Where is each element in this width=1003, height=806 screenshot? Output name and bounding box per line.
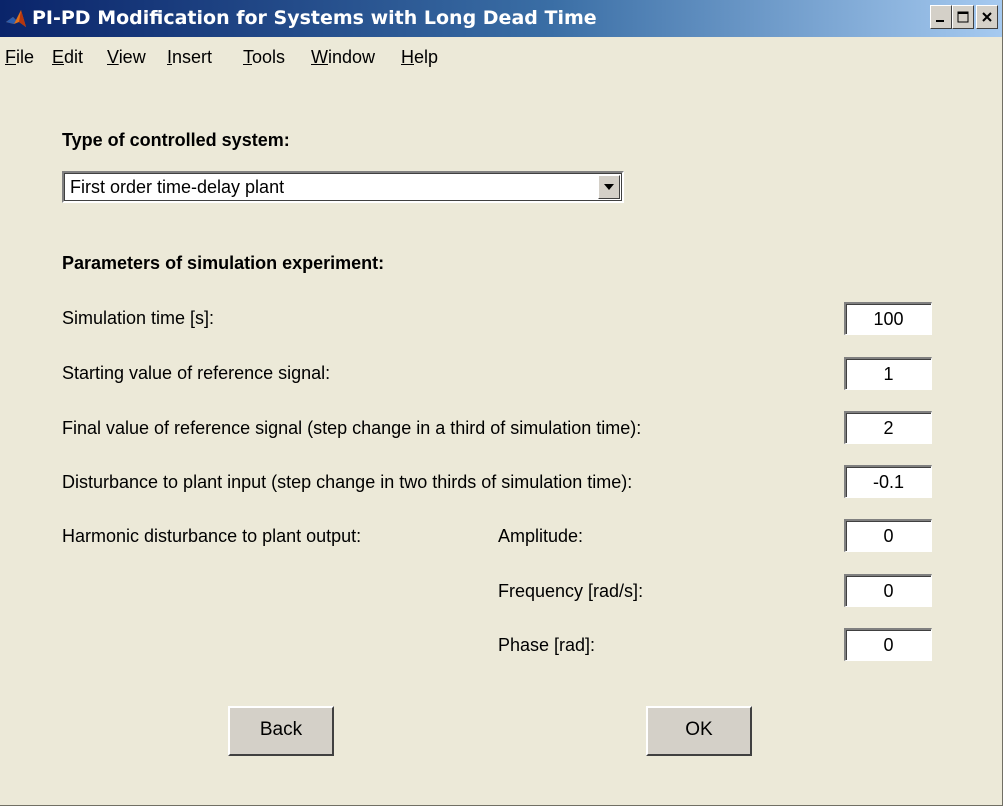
- menu-window[interactable]: Window: [311, 45, 375, 69]
- close-icon: [982, 12, 992, 22]
- frequency-label: Frequency [rad/s]:: [498, 581, 644, 601]
- menu-edit[interactable]: Edit: [52, 45, 83, 69]
- maximize-icon: [957, 11, 969, 23]
- menu-bar: File Edit View Insert Tools Window Help: [0, 37, 1002, 73]
- matlab-logo-icon: [5, 8, 27, 30]
- ref-start-label: Starting value of reference signal:: [62, 363, 331, 383]
- window-title: PI-PD Modification for Systems with Long…: [32, 7, 597, 29]
- params-heading: Parameters of simulation experiment:: [62, 253, 385, 273]
- system-type-heading: Type of controlled system:: [62, 130, 290, 150]
- ref-final-label: Final value of reference signal (step ch…: [62, 418, 642, 438]
- system-type-selected: First order time-delay plant: [70, 177, 285, 197]
- phase-input[interactable]: [844, 628, 932, 661]
- maximize-button[interactable]: [952, 5, 974, 29]
- title-bar[interactable]: PI-PD Modification for Systems with Long…: [0, 0, 1002, 37]
- amplitude-label: Amplitude:: [498, 526, 584, 546]
- menu-tools[interactable]: Tools: [243, 45, 285, 69]
- frequency-input[interactable]: [844, 574, 932, 607]
- menu-file[interactable]: File: [5, 45, 34, 69]
- menu-insert[interactable]: Insert: [167, 45, 212, 69]
- back-button[interactable]: Back: [228, 706, 334, 756]
- minimize-icon: [936, 20, 944, 22]
- sim-time-input[interactable]: [844, 302, 932, 335]
- harmonic-disturbance-label: Harmonic disturbance to plant output:: [62, 526, 362, 546]
- dropdown-button[interactable]: [598, 175, 620, 199]
- close-button[interactable]: [976, 5, 998, 29]
- phase-label: Phase [rad]:: [498, 635, 596, 655]
- figure-window: PI-PD Modification for Systems with Long…: [0, 0, 1003, 806]
- amplitude-input[interactable]: [844, 519, 932, 552]
- ok-button[interactable]: OK: [646, 706, 752, 756]
- sim-time-label: Simulation time [s]:: [62, 308, 215, 328]
- ref-final-input[interactable]: [844, 411, 932, 444]
- system-type-select[interactable]: First order time-delay plant: [62, 171, 624, 203]
- ref-start-input[interactable]: [844, 357, 932, 390]
- input-disturbance-label: Disturbance to plant input (step change …: [62, 472, 633, 492]
- chevron-down-icon: [604, 184, 614, 190]
- menu-view[interactable]: View: [107, 45, 146, 69]
- input-disturbance-input[interactable]: [844, 465, 932, 498]
- minimize-button[interactable]: [930, 5, 952, 29]
- menu-help[interactable]: Help: [401, 45, 438, 69]
